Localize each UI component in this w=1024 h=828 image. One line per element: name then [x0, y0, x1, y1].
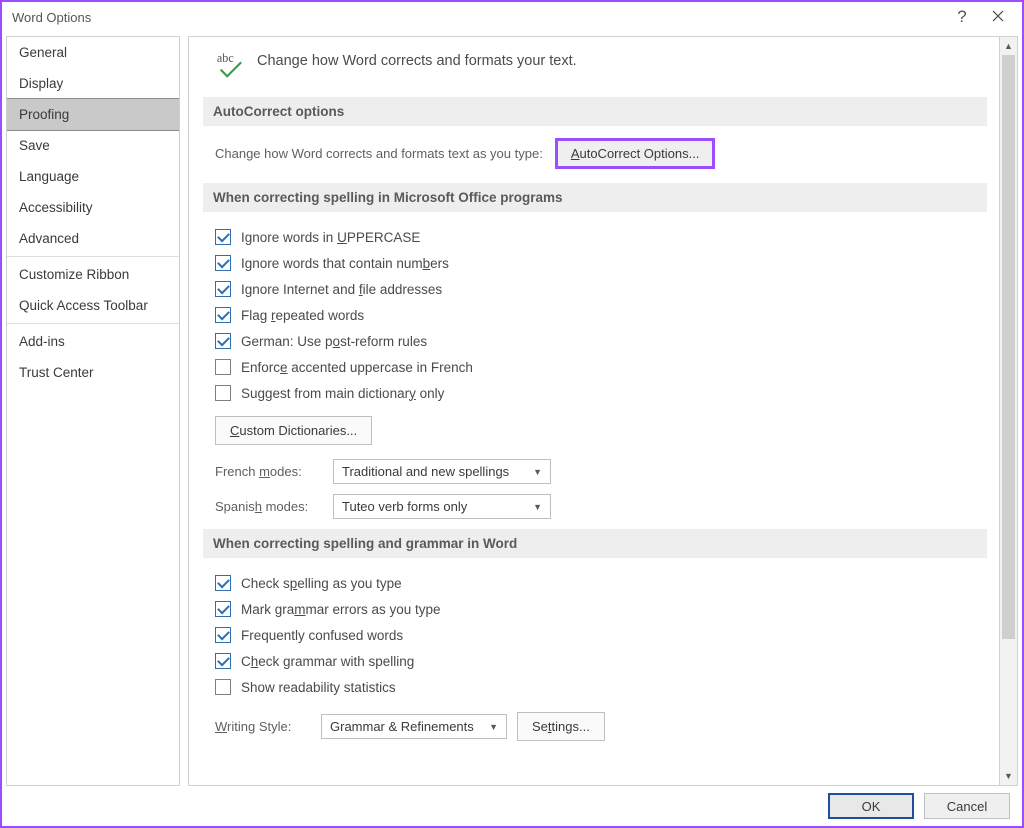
checkbox[interactable]: [215, 385, 231, 401]
sidebar: GeneralDisplayProofingSaveLanguageAccess…: [6, 36, 180, 786]
scroll-up-icon[interactable]: ▲: [1000, 37, 1017, 55]
scroll-track[interactable]: [1000, 55, 1017, 767]
close-button[interactable]: [980, 3, 1016, 31]
page-subtitle: Change how Word corrects and formats you…: [257, 51, 577, 69]
section-autocorrect-title: AutoCorrect options: [203, 97, 987, 126]
sidebar-item-quick-access-toolbar[interactable]: Quick Access Toolbar: [7, 290, 179, 321]
checkbox-label: Enforce accented uppercase in French: [241, 360, 473, 375]
help-button[interactable]: ?: [944, 3, 980, 31]
window-title: Word Options: [12, 10, 91, 25]
sidebar-item-customize-ribbon[interactable]: Customize Ribbon: [7, 259, 179, 290]
section-office-spelling-title: When correcting spelling in Microsoft Of…: [203, 183, 987, 212]
checkbox[interactable]: [215, 679, 231, 695]
french-modes-select[interactable]: Traditional and new spellings ▼: [333, 459, 551, 484]
checkbox-label: Check grammar with spelling: [241, 654, 414, 669]
checkbox-label: Ignore Internet and file addresses: [241, 282, 442, 297]
sidebar-item-proofing[interactable]: Proofing: [7, 99, 179, 130]
french-modes-label: French modes:: [215, 464, 323, 479]
scroll-thumb[interactable]: [1002, 55, 1015, 639]
office-check-4[interactable]: German: Use post-reform rules: [209, 328, 987, 354]
checkbox[interactable]: [215, 575, 231, 591]
caret-down-icon: ▼: [533, 502, 542, 512]
cancel-button[interactable]: Cancel: [924, 793, 1010, 819]
grammar-settings-button[interactable]: Settings...: [517, 712, 605, 741]
sidebar-item-add-ins[interactable]: Add-ins: [7, 326, 179, 357]
checkbox[interactable]: [215, 359, 231, 375]
word-check-1[interactable]: Mark grammar errors as you type: [209, 596, 987, 622]
sidebar-separator: [7, 323, 179, 324]
sidebar-item-trust-center[interactable]: Trust Center: [7, 357, 179, 388]
sidebar-item-save[interactable]: Save: [7, 130, 179, 161]
checkbox-label: Ignore words that contain numbers: [241, 256, 449, 271]
autocorrect-options-button[interactable]: AutoCorrect Options...: [555, 138, 716, 169]
office-check-6[interactable]: Suggest from main dictionary only: [209, 380, 987, 406]
dialog-body: GeneralDisplayProofingSaveLanguageAccess…: [2, 32, 1022, 786]
sidebar-item-general[interactable]: General: [7, 37, 179, 68]
checkbox[interactable]: [215, 653, 231, 669]
content-wrap: abc Change how Word corrects and formats…: [188, 36, 1018, 786]
custom-dictionaries-button[interactable]: Custom Dictionaries...: [215, 416, 372, 445]
sidebar-item-accessibility[interactable]: Accessibility: [7, 192, 179, 223]
sidebar-item-advanced[interactable]: Advanced: [7, 223, 179, 254]
checkbox[interactable]: [215, 255, 231, 271]
word-check-0[interactable]: Check spelling as you type: [209, 570, 987, 596]
checkbox-label: Ignore words in UPPERCASE: [241, 230, 420, 245]
office-check-5[interactable]: Enforce accented uppercase in French: [209, 354, 987, 380]
checkbox[interactable]: [215, 627, 231, 643]
writing-style-select[interactable]: Grammar & Refinements ▼: [321, 714, 507, 739]
dialog-footer: OK Cancel: [2, 786, 1022, 826]
word-check-2[interactable]: Frequently confused words: [209, 622, 987, 648]
checkbox[interactable]: [215, 281, 231, 297]
checkbox[interactable]: [215, 333, 231, 349]
sidebar-separator: [7, 256, 179, 257]
spanish-modes-select[interactable]: Tuteo verb forms only ▼: [333, 494, 551, 519]
office-check-0[interactable]: Ignore words in UPPERCASE: [209, 224, 987, 250]
svg-text:abc: abc: [217, 51, 234, 65]
caret-down-icon: ▼: [533, 467, 542, 477]
checkbox[interactable]: [215, 229, 231, 245]
office-check-1[interactable]: Ignore words that contain numbers: [209, 250, 987, 276]
checkbox-label: Frequently confused words: [241, 628, 403, 643]
sidebar-item-display[interactable]: Display: [7, 68, 179, 99]
close-icon: [992, 7, 1004, 27]
sidebar-item-language[interactable]: Language: [7, 161, 179, 192]
word-check-3[interactable]: Check grammar with spelling: [209, 648, 987, 674]
word-check-4[interactable]: Show readability statistics: [209, 674, 987, 700]
checkbox-label: Show readability statistics: [241, 680, 396, 695]
autocorrect-desc: Change how Word corrects and formats tex…: [215, 146, 543, 161]
titlebar: Word Options ?: [2, 2, 1022, 32]
office-check-3[interactable]: Flag repeated words: [209, 302, 987, 328]
ac-btn-tail: utoCorrect Options...: [579, 146, 699, 161]
section-word-spelling-title: When correcting spelling and grammar in …: [203, 529, 987, 558]
page-header: abc Change how Word corrects and formats…: [203, 47, 987, 93]
word-options-dialog: Word Options ? GeneralDisplayProofingSav…: [0, 0, 1024, 828]
office-check-2[interactable]: Ignore Internet and file addresses: [209, 276, 987, 302]
abc-check-icon: abc: [215, 51, 245, 79]
scroll-down-icon[interactable]: ▼: [1000, 767, 1017, 785]
checkbox[interactable]: [215, 601, 231, 617]
writing-style-label: Writing Style:: [215, 719, 311, 734]
ok-button[interactable]: OK: [828, 793, 914, 819]
checkbox-label: Mark grammar errors as you type: [241, 602, 441, 617]
checkbox-label: German: Use post-reform rules: [241, 334, 427, 349]
checkbox-label: Check spelling as you type: [241, 576, 402, 591]
checkbox-label: Suggest from main dictionary only: [241, 386, 444, 401]
content-panel: abc Change how Word corrects and formats…: [188, 36, 1000, 786]
checkbox[interactable]: [215, 307, 231, 323]
caret-down-icon: ▼: [489, 722, 498, 732]
spanish-modes-label: Spanish modes:: [215, 499, 323, 514]
vertical-scrollbar[interactable]: ▲ ▼: [1000, 36, 1018, 786]
checkbox-label: Flag repeated words: [241, 308, 364, 323]
